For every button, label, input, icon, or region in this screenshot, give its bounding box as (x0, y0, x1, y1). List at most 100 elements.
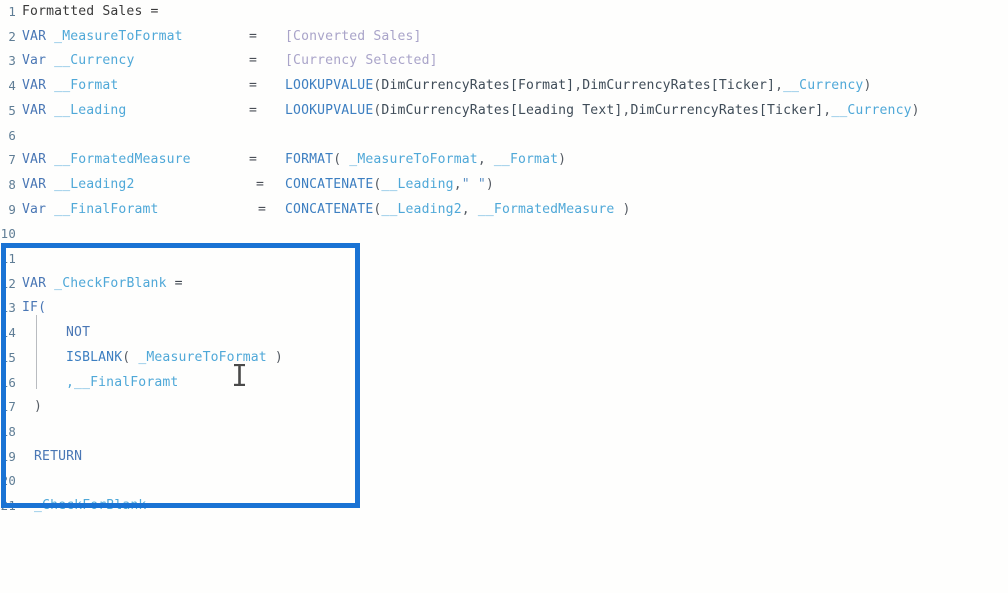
var-currency-ref: __Currency (783, 78, 864, 94)
code-line-20[interactable]: 20 (0, 469, 1008, 494)
var-leading2: __Leading2 (54, 176, 135, 192)
keyword-var: VAR (22, 28, 47, 44)
code-line-5[interactable]: 5 VAR __Leading = LOOKUPVALUE(DimCurrenc… (0, 99, 1008, 124)
code-line-3[interactable]: 3 Var __Currency = [Currency Selected] (0, 49, 1008, 74)
code-line-21[interactable]: 21 _CheckForBlank (0, 494, 1008, 519)
measure-converted-sales: [Converted Sales] (285, 28, 422, 44)
line-number-11: 11 (0, 251, 16, 266)
var-measure-to-format-ref: _MeasureToFormat (349, 152, 478, 168)
code-line-14-content: NOT (66, 321, 90, 346)
line-number-21: 21 (0, 498, 16, 513)
var-measure-to-format-ref: _MeasureToFormat (138, 349, 267, 365)
line-number-8: 8 (8, 176, 16, 192)
code-line-19-content: RETURN (34, 445, 82, 470)
code-line-9-content: Var __FinalForamt (22, 198, 159, 223)
code-line-8[interactable]: 8 VAR __Leading2 = CONCATENATE(__Leading… (0, 173, 1008, 198)
code-line-15-content: ISBLANK( _MeasureToFormat ) (66, 346, 283, 371)
line-number-5: 5 (8, 102, 16, 118)
var-check-for-blank-ref: _CheckForBlank (34, 498, 147, 513)
line-number-6: 6 (8, 127, 16, 143)
code-line-7[interactable]: 7 VAR __FormatedMeasure = FORMAT( _Measu… (0, 148, 1008, 173)
line-number-12: 12 (0, 275, 16, 291)
line-number-20: 20 (0, 473, 16, 489)
indent-guide-line (36, 315, 37, 389)
table-ref-ticker: DimCurrencyRates[Ticker] (630, 102, 824, 118)
measure-currency-selected: [Currency Selected] (285, 53, 438, 69)
code-line-8-content: VAR __Leading2 (22, 173, 135, 198)
keyword-var: VAR (22, 78, 47, 94)
var-formated-measure-ref: __FormatedMeasure (477, 201, 615, 217)
code-line-2-value: [Converted Sales] (285, 25, 422, 50)
code-line-9-value: CONCATENATE(__Leading2, __FormatedMeasur… (285, 198, 631, 223)
var-check-for-blank: _CheckForBlank (54, 275, 167, 291)
code-line-13[interactable]: 13 IF( (0, 296, 1008, 321)
code-line-13-content: IF( (22, 296, 46, 321)
equals-sign-4: = (249, 78, 258, 94)
var-measure-to-format: _MeasureToFormat (54, 28, 183, 44)
code-line-9[interactable]: 9 Var __FinalForamt = CONCATENATE(__Lead… (0, 198, 1008, 223)
code-line-1[interactable]: 1 Formatted Sales = (0, 0, 1008, 25)
table-ref-ticker: DimCurrencyRates[Ticker] (582, 78, 776, 94)
paren-close: ) (558, 152, 567, 168)
code-line-5-content: VAR __Leading (22, 99, 126, 124)
var-final-foramt: __FinalForamt (54, 201, 159, 217)
code-line-15[interactable]: 15 ISBLANK( _MeasureToFormat ) (0, 346, 1008, 371)
var-format-ref: __Format (493, 152, 559, 168)
var-final-foramt-ref: ,__FinalForamt (66, 374, 179, 390)
line-number-18: 18 (0, 423, 16, 439)
code-line-7-content: VAR __FormatedMeasure (22, 148, 191, 173)
var-format: __Format (54, 78, 119, 94)
table-ref-format: DimCurrencyRates[Format] (381, 78, 575, 94)
line-number-2: 2 (8, 28, 16, 44)
paren-close: ) (485, 176, 494, 192)
equals-sign-2: = (249, 28, 258, 44)
var-leading: __Leading (54, 102, 127, 118)
string-space: " " (461, 176, 486, 192)
code-line-18[interactable]: 18 (0, 420, 1008, 445)
equals-sign-8: = (256, 176, 265, 192)
var-leading2-ref: __Leading2 (381, 201, 462, 217)
code-line-2[interactable]: 2 VAR _MeasureToFormat = [Converted Sale… (0, 25, 1008, 50)
paren-open: ( (333, 152, 350, 168)
code-line-5-value: LOOKUPVALUE(DimCurrencyRates[Leading Tex… (285, 99, 920, 124)
code-line-17[interactable]: 17 ) (0, 395, 1008, 420)
code-line-19[interactable]: 19 RETURN (0, 445, 1008, 470)
fn-lookupvalue: LOOKUPVALUE (285, 102, 374, 118)
keyword-return: RETURN (34, 448, 83, 464)
line-number-9: 9 (8, 201, 16, 217)
code-line-16[interactable]: 16 ,__FinalForamt (0, 371, 1008, 396)
comma: , (461, 201, 478, 217)
line-number-13: 13 (0, 300, 16, 316)
code-line-17-content: ) (34, 395, 42, 420)
paren-close: ) (34, 399, 43, 415)
keyword-var: VAR (22, 102, 47, 118)
code-line-14[interactable]: 14 NOT (0, 321, 1008, 346)
paren-close: ) (614, 201, 631, 217)
keyword-var: VAR (22, 152, 47, 168)
code-line-4[interactable]: 4 VAR __Format = LOOKUPVALUE(DimCurrency… (0, 74, 1008, 99)
code-line-4-content: VAR __Format (22, 74, 118, 99)
code-line-11[interactable]: 11 (0, 247, 1008, 272)
paren-open: ( (122, 349, 139, 365)
code-line-1-content: Formatted Sales = (22, 0, 159, 25)
code-line-8-value: CONCATENATE(__Leading," ") (285, 173, 494, 198)
line-number-4: 4 (8, 78, 16, 94)
line-number-19: 19 (0, 448, 16, 464)
equals-sign-12: = (166, 275, 183, 291)
line-number-7: 7 (8, 152, 16, 168)
code-line-12[interactable]: 12 VAR _CheckForBlank = (0, 272, 1008, 297)
code-line-16-content: ,__FinalForamt (66, 371, 178, 396)
code-line-10[interactable]: 10 (0, 222, 1008, 247)
paren-close: ) (266, 349, 283, 365)
code-line-6[interactable]: 6 (0, 124, 1008, 149)
line-number-17: 17 (0, 399, 16, 415)
keyword-var-mixed: Var (22, 201, 47, 217)
dax-formula-editor[interactable]: 1 Formatted Sales = 2 VAR _MeasureToForm… (0, 0, 1008, 516)
line-number-1: 1 (8, 4, 16, 19)
var-leading-ref: __Leading (381, 176, 454, 192)
